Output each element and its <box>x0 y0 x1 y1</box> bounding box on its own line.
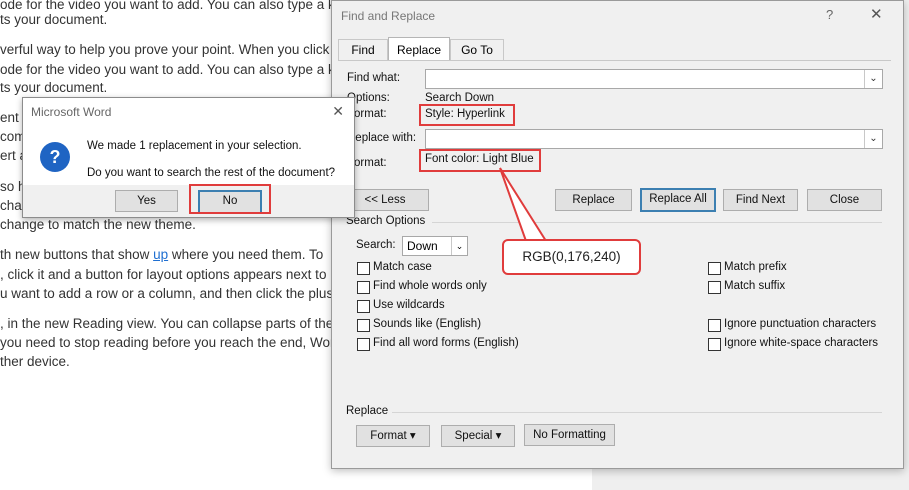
ignore-punctuation-label: Ignore punctuation characters <box>724 318 877 330</box>
search-direction-label: Search: <box>356 239 396 251</box>
options-value: Search Down <box>425 92 495 104</box>
message-box-title: Microsoft Word <box>31 105 112 119</box>
search-direction-select[interactable]: Down ⌄ <box>402 236 468 256</box>
button-bar: Yes No <box>23 184 354 217</box>
wildcards-checkbox[interactable] <box>357 300 370 313</box>
close-icon[interactable]: ✕ <box>332 103 344 120</box>
message-box: Microsoft Word ✕ ? We made 1 replacement… <box>22 97 355 218</box>
help-icon[interactable]: ? <box>826 7 833 22</box>
doc-line: , click it and a button for layout optio… <box>0 267 327 282</box>
find-replace-dialog: Find and Replace ? ✕ Find Replace Go To … <box>331 0 904 469</box>
tab-find[interactable]: Find <box>338 39 388 61</box>
no-formatting-button[interactable]: No Formatting <box>524 424 615 446</box>
yes-button[interactable]: Yes <box>115 190 178 212</box>
find-next-button[interactable]: Find Next <box>723 189 798 211</box>
dropdown-arrow-icon: ▾ <box>409 430 416 442</box>
replace-section-heading: Replace <box>346 405 389 417</box>
doc-line: ode for the video you want to add. You c… <box>0 62 335 77</box>
search-options-heading: Search Options <box>346 215 426 227</box>
word-forms-label: Find all word forms (English) <box>373 337 519 349</box>
word-forms-checkbox[interactable] <box>357 338 370 351</box>
replace-with-input[interactable]: ⌄ <box>425 129 883 149</box>
replace-button[interactable]: Replace <box>555 189 632 211</box>
doc-line: ode for the video you want to add. You c… <box>0 0 335 12</box>
format-menu-button[interactable]: Format ▾ <box>356 425 430 447</box>
hyperlink-up[interactable]: up <box>153 247 168 262</box>
doc-line: you need to stop reading before you reac… <box>0 335 335 350</box>
tab-replace[interactable]: Replace <box>388 37 450 61</box>
match-suffix-checkbox[interactable] <box>708 281 721 294</box>
question-icon: ? <box>40 142 70 172</box>
message-line-2: Do you want to search the rest of the do… <box>87 167 336 179</box>
highlight-box <box>419 149 541 172</box>
find-what-label: Find what: <box>347 72 401 84</box>
chevron-down-icon[interactable]: ⌄ <box>864 70 882 88</box>
close-button[interactable]: Close <box>807 189 882 211</box>
highlight-box <box>189 184 271 214</box>
replace-with-label: Replace with: <box>347 132 417 144</box>
tab-panel-border <box>338 60 891 61</box>
match-prefix-checkbox[interactable] <box>708 262 721 275</box>
find-what-input[interactable]: ⌄ <box>425 69 883 89</box>
doc-line: th new buttons that show up where you ne… <box>0 247 324 262</box>
doc-line: ts your document. <box>0 80 108 95</box>
sounds-like-checkbox[interactable] <box>357 319 370 332</box>
dropdown-arrow-icon: ▾ <box>495 430 502 442</box>
whole-words-label: Find whole words only <box>373 280 487 292</box>
doc-line: ther device. <box>0 354 70 369</box>
ignore-whitespace-checkbox[interactable] <box>708 338 721 351</box>
doc-line: u want to add a row or a column, and the… <box>0 286 334 301</box>
chevron-down-icon[interactable]: ⌄ <box>451 237 467 255</box>
tab-go-to[interactable]: Go To <box>450 39 504 61</box>
whole-words-checkbox[interactable] <box>357 281 370 294</box>
ignore-whitespace-label: Ignore white-space characters <box>724 337 879 349</box>
chevron-down-icon[interactable]: ⌄ <box>864 130 882 148</box>
color-callout: RGB(0,176,240) <box>502 239 641 275</box>
wildcards-label: Use wildcards <box>373 299 445 311</box>
doc-line: ts your document. <box>0 12 108 27</box>
highlight-box <box>419 104 515 126</box>
match-suffix-label: Match suffix <box>724 280 786 292</box>
doc-line: , in the new Reading view. You can colla… <box>0 316 334 331</box>
dialog-title: Find and Replace <box>341 9 436 23</box>
match-prefix-label: Match prefix <box>724 261 787 273</box>
doc-line: verful way to help you prove your point.… <box>0 42 330 57</box>
replace-all-button[interactable]: Replace All <box>640 188 716 212</box>
match-case-checkbox[interactable] <box>357 262 370 275</box>
close-icon[interactable]: ✕ <box>870 5 883 23</box>
special-menu-button[interactable]: Special ▾ <box>441 425 515 447</box>
message-line-1: We made 1 replacement in your selection. <box>87 140 302 152</box>
sounds-like-label: Sounds like (English) <box>373 318 482 330</box>
match-case-label: Match case <box>373 261 432 273</box>
doc-line: ent <box>0 110 19 125</box>
divider <box>392 412 882 413</box>
doc-line: change to match the new theme. <box>0 217 196 232</box>
ignore-punctuation-checkbox[interactable] <box>708 319 721 332</box>
divider <box>432 222 882 223</box>
